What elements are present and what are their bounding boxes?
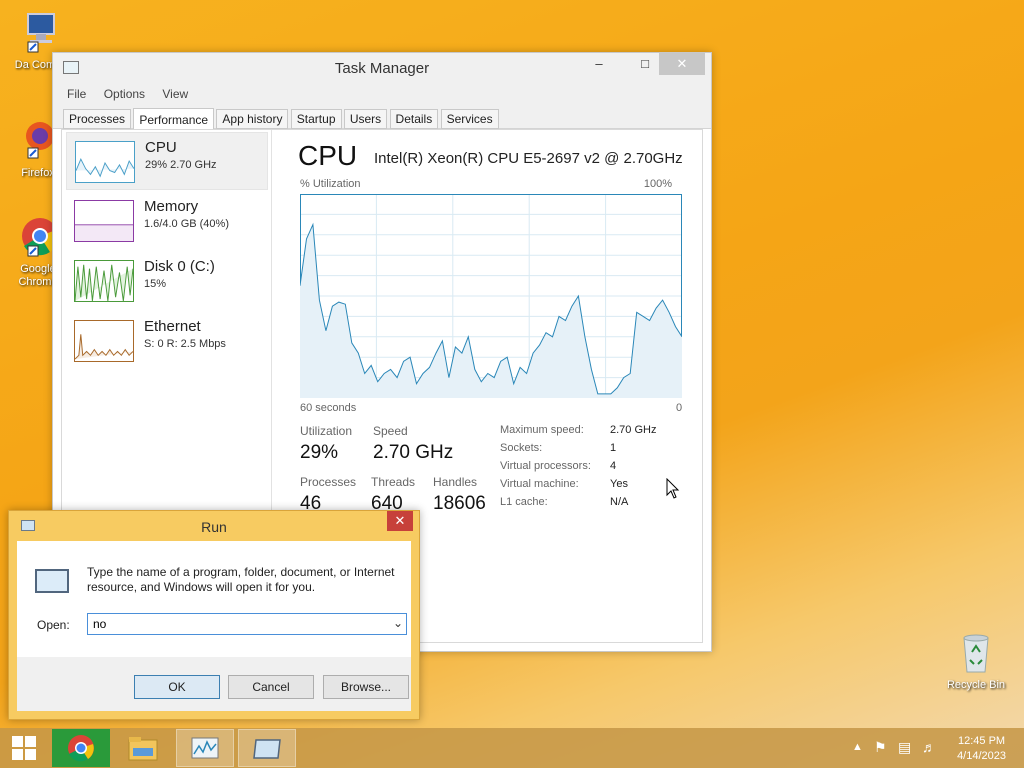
cancel-button[interactable]: Cancel [228, 675, 314, 699]
run-body: Type the name of a program, folder, docu… [17, 541, 411, 711]
speed-label: Speed [373, 424, 408, 438]
detail-label: L1 cache: [500, 496, 548, 508]
action-center-icon[interactable]: ⚑ [874, 739, 887, 768]
detail-value: 4 [610, 460, 617, 472]
menu-view[interactable]: View [162, 83, 188, 105]
resource-name: CPU [145, 139, 177, 156]
start-button[interactable] [0, 729, 48, 767]
cpu-thumbnail [75, 141, 135, 183]
resource-item-cpu[interactable]: CPU 29% 2.70 GHz [66, 132, 268, 190]
open-combobox[interactable]: ⌄ [87, 613, 407, 635]
run-content: Type the name of a program, folder, docu… [17, 541, 411, 657]
resource-name: Ethernet [144, 318, 201, 335]
clock-time: 12:45 PM [957, 735, 1006, 747]
show-hidden-icons[interactable]: ▲ [852, 741, 863, 768]
task-manager-icon [191, 737, 219, 759]
threads-label: Threads [371, 475, 416, 489]
resource-value: 15% [144, 278, 167, 290]
recycle-bin-icon [963, 634, 989, 673]
y-axis-label: % Utilization [300, 178, 361, 190]
detail-label: Sockets: [500, 442, 543, 454]
task-manager-titlebar[interactable]: Task Manager – □ ✕ [53, 53, 711, 83]
handles-label: Handles [433, 475, 478, 489]
x-right-label: 0 [676, 402, 683, 414]
tab-details[interactable]: Details [389, 109, 439, 129]
utilization-label: Utilization [300, 424, 353, 438]
tab-services[interactable]: Services [440, 109, 499, 129]
tab-processes[interactable]: Processes [63, 109, 132, 129]
ok-button[interactable]: OK [134, 675, 220, 699]
menu-file[interactable]: File [67, 83, 86, 105]
run-icon [253, 739, 281, 759]
cpu-heading: CPU [298, 140, 358, 171]
processes-label: Processes [300, 475, 357, 489]
chrome-icon [68, 735, 94, 762]
cpu-utilization-graph [300, 194, 682, 398]
taskbar-run[interactable] [238, 729, 296, 767]
taskbar-chrome[interactable] [52, 729, 110, 767]
detail-value: 2.70 GHz [610, 424, 657, 436]
detail-label: Maximum speed: [500, 424, 584, 436]
resource-item-memory[interactable]: Memory 1.6/4.0 GB (40%) [66, 192, 268, 250]
tab-startup[interactable]: Startup [290, 109, 342, 129]
tab-users[interactable]: Users [343, 109, 388, 129]
y-max-label: 100% [643, 178, 672, 190]
run-icon [35, 569, 69, 593]
tab-strip: Processes Performance App history Startu… [53, 105, 711, 132]
folder-icon [128, 737, 158, 761]
clock-date: 4/14/2023 [957, 750, 1006, 762]
menu-options[interactable]: Options [104, 83, 145, 105]
taskbar-task-manager[interactable] [176, 729, 234, 767]
speed-value: 2.70 GHz [373, 442, 454, 463]
mouse-cursor-icon [666, 478, 680, 499]
tab-app-history[interactable]: App history [216, 109, 289, 129]
chevron-down-icon[interactable]: ⌄ [393, 616, 403, 630]
clock[interactable]: 12:45 PM 4/14/2023 [957, 734, 1006, 764]
resource-item-ethernet[interactable]: Ethernet S: 0 R: 2.5 Mbps [66, 312, 268, 370]
resource-item-disk[interactable]: Disk 0 (C:) 15% [66, 252, 268, 310]
resource-value: 1.6/4.0 GB (40%) [144, 218, 229, 230]
run-close-button[interactable]: ✕ [387, 511, 413, 531]
detail-value: 1 [610, 442, 617, 454]
maximize-button[interactable]: □ [631, 53, 659, 75]
open-input[interactable] [88, 614, 378, 634]
run-title: Run [201, 519, 227, 535]
ethernet-thumbnail [74, 320, 134, 362]
resource-name: Disk 0 (C:) [144, 258, 215, 275]
memory-thumbnail [74, 200, 134, 242]
desktop-icon-label: Recycle Bin [946, 679, 1006, 691]
resource-value: S: 0 R: 2.5 Mbps [144, 338, 226, 350]
run-dialog[interactable]: Run ✕ Type the name of a program, folder… [8, 510, 420, 720]
handles-value: 18606 [433, 493, 486, 514]
open-label: Open: [37, 618, 70, 632]
windows-logo-icon [12, 736, 36, 760]
cpu-model: Intel(R) Xeon(R) CPU E5-2697 v2 @ 2.70GH… [374, 150, 683, 167]
taskbar: ▲ ⚑ ▤ ♬ 12:45 PM 4/14/2023 [0, 728, 1024, 768]
close-button[interactable]: ✕ [659, 53, 705, 75]
detail-label: Virtual processors: [500, 460, 591, 472]
detail-value: Yes [610, 478, 628, 490]
network-icon[interactable]: ▤ [898, 739, 911, 768]
x-left-label: 60 seconds [300, 402, 357, 414]
volume-muted-icon[interactable]: ♬ [922, 739, 936, 768]
desktop-icon-recycle-bin[interactable]: Recycle Bin [940, 630, 1012, 692]
resource-value: 29% 2.70 GHz [145, 159, 217, 171]
menu-bar: File Options View [53, 83, 711, 105]
detail-value: N/A [610, 496, 629, 508]
detail-label: Virtual machine: [500, 478, 579, 490]
browse-button[interactable]: Browse... [323, 675, 409, 699]
run-titlebar[interactable]: Run ✕ [9, 511, 419, 541]
run-description: Type the name of a program, folder, docu… [87, 565, 395, 594]
taskbar-file-explorer[interactable] [114, 729, 172, 767]
resource-name: Memory [144, 198, 199, 215]
minimize-button[interactable]: – [585, 53, 613, 75]
computer-icon [27, 13, 55, 53]
disk-thumbnail [74, 260, 134, 302]
utilization-value: 29% [300, 442, 339, 463]
